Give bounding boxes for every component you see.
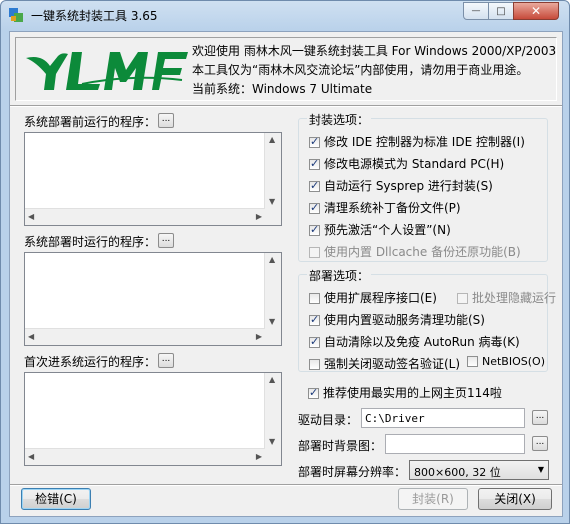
close-button[interactable]: 关闭(X) [478, 488, 552, 510]
minimize-button[interactable]: — [463, 2, 489, 20]
vertical-scrollbar[interactable]: ▲ ▼ [264, 133, 281, 209]
pack-options-title: 封装选项： [307, 111, 372, 128]
header-separator [10, 105, 562, 107]
disable-driver-signing-checkbox[interactable]: 强制关闭驱动签名验证(L) [309, 355, 460, 372]
autorun-immunity-checkbox[interactable]: 自动清除以及免疫 AutoRun 病毒(K) [309, 333, 520, 350]
ide-controller-checkbox[interactable]: 修改 IDE 控制器为标准 IDE 控制器(I) [309, 133, 525, 150]
pre-deploy-list[interactable]: ▲ ▼ ◀ ▶ [24, 132, 282, 226]
background-label: 部署时背景图： [298, 439, 383, 453]
homepage-114la-checkbox[interactable]: 推荐使用最实用的上网主页114啦 [308, 384, 502, 401]
dllcache-backup-checkbox: 使用内置 Dllcache 备份还原功能(B) [309, 243, 521, 260]
app-icon [9, 8, 23, 22]
deploy-time-browse-button[interactable]: ... [158, 233, 174, 248]
pre-deploy-browse-button[interactable]: ... [158, 113, 174, 128]
app-window: 一键系统封装工具 3.65 — □ ✕ 欢迎使用 雨林木风一键系统封装工具 Fo… [0, 0, 570, 524]
pack-options-group: 封装选项： 修改 IDE 控制器为标准 IDE 控制器(I) 修改电源模式为 S… [298, 111, 548, 262]
driver-dir-label: 驱动目录： [298, 413, 359, 427]
pre-deploy-label: 系统部署前运行的程序： [24, 115, 157, 129]
preactivate-personal-settings-checkbox[interactable]: 预先激活“个人设置”(N) [309, 221, 451, 238]
first-boot-list[interactable]: ▲ ▼ ◀ ▶ [24, 372, 282, 466]
deploy-time-list[interactable]: ▲ ▼ ◀ ▶ [24, 252, 282, 346]
chevron-down-icon: ▼ [537, 465, 544, 474]
horizontal-scrollbar[interactable]: ◀ ▶ [25, 448, 265, 465]
driver-dir-input[interactable]: C:\Driver [361, 408, 525, 428]
title-bar[interactable]: 一键系统封装工具 3.65 — □ ✕ [1, 1, 569, 29]
disclaimer-text: 本工具仅为“雨林木风交流论坛”内部使用，请勿用于商业用途。 [192, 63, 529, 77]
power-mode-checkbox[interactable]: 修改电源模式为 Standard PC(H) [309, 155, 504, 172]
check-errors-button[interactable]: 检错(C) [21, 488, 91, 510]
scroll-corner [265, 329, 281, 345]
header-panel: 欢迎使用 雨林木风一键系统封装工具 For Windows 2000/XP/20… [15, 37, 557, 101]
driver-dir-browse-button[interactable]: ... [532, 410, 548, 425]
extension-interface-checkbox[interactable]: 使用扩展程序接口(E) [309, 289, 437, 306]
scroll-corner [265, 449, 281, 465]
background-browse-button[interactable]: ... [532, 436, 548, 451]
horizontal-scrollbar[interactable]: ◀ ▶ [25, 208, 265, 225]
minimize-icon: — [471, 6, 481, 16]
footer-separator [10, 484, 562, 486]
ylmf-logo [26, 52, 188, 90]
resolution-value: 800×600, 32 位 [414, 466, 501, 479]
first-boot-browse-button[interactable]: ... [158, 353, 174, 368]
batch-hidden-checkbox: 批处理隐藏运行 [457, 289, 556, 306]
maximize-button[interactable]: □ [488, 2, 514, 20]
current-system-text: 当前系统：Windows 7 Ultimate [192, 82, 373, 96]
deploy-time-label: 系统部署时运行的程序： [24, 235, 157, 249]
horizontal-scrollbar[interactable]: ◀ ▶ [25, 328, 265, 345]
close-icon: ✕ [530, 4, 542, 18]
resolution-label: 部署时屏幕分辨率： [298, 465, 407, 479]
auto-sysprep-checkbox[interactable]: 自动运行 Sysprep 进行封装(S) [309, 177, 493, 194]
close-window-button[interactable]: ✕ [513, 2, 559, 20]
client-area: 欢迎使用 雨林木风一键系统封装工具 For Windows 2000/XP/20… [9, 31, 563, 517]
vertical-scrollbar[interactable]: ▲ ▼ [264, 373, 281, 449]
scroll-corner [265, 209, 281, 225]
background-input[interactable] [385, 434, 525, 454]
welcome-text: 欢迎使用 雨林木风一键系统封装工具 For Windows 2000/XP/20… [192, 44, 557, 58]
maximize-icon: □ [496, 5, 506, 17]
clean-patch-backup-checkbox[interactable]: 清理系统补丁备份文件(P) [309, 199, 461, 216]
pack-button: 封装(R) [398, 488, 468, 510]
deploy-options-group: 部署选项： 使用扩展程序接口(E) 批处理隐藏运行 使用内置驱动服务清理功能(S… [298, 267, 556, 372]
window-title: 一键系统封装工具 3.65 [31, 9, 158, 23]
driver-service-cleanup-checkbox[interactable]: 使用内置驱动服务清理功能(S) [309, 311, 485, 328]
netbios-checkbox[interactable]: NetBIOS(O) [467, 355, 545, 368]
vertical-scrollbar[interactable]: ▲ ▼ [264, 253, 281, 329]
deploy-options-title: 部署选项： [307, 267, 372, 284]
first-boot-label: 首次进系统运行的程序： [24, 355, 157, 369]
resolution-select[interactable]: 800×600, 32 位 ▼ [409, 460, 549, 480]
